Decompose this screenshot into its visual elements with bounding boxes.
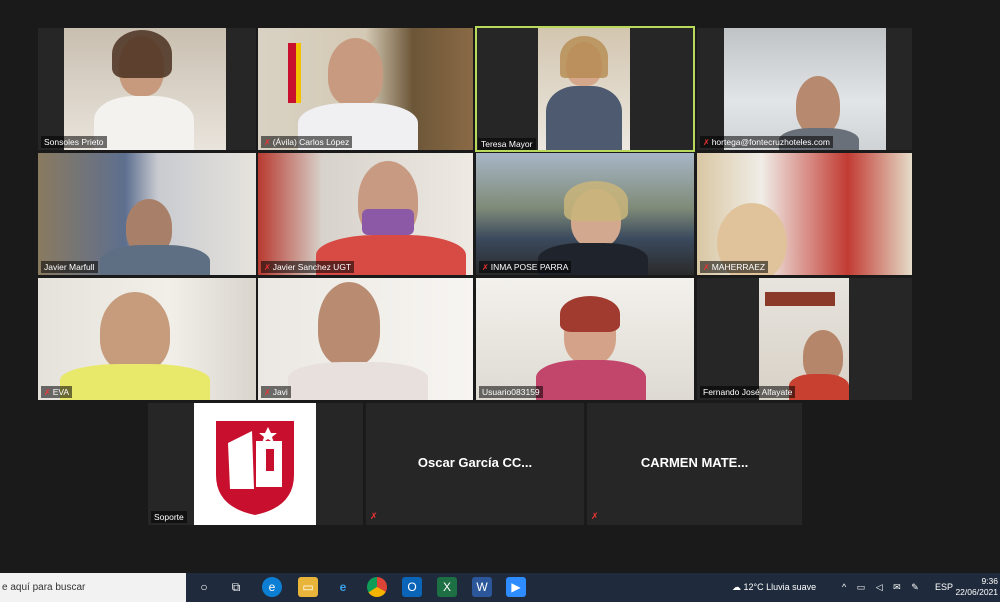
input-language[interactable]: ESP xyxy=(935,573,953,602)
video-tile-oscar[interactable]: Oscar García CC... ✗ xyxy=(366,403,584,525)
participant-video xyxy=(476,278,694,400)
participant-video xyxy=(476,153,694,275)
video-tile-inma[interactable]: ✗ INMA POSE PARRA xyxy=(476,153,694,275)
muted-mic-icon: ✗ xyxy=(703,138,710,147)
video-tile-maherraez[interactable]: ✗ MAHERRAEZ xyxy=(697,153,912,275)
taskbar-clock[interactable]: 9:36 22/06/2021 xyxy=(955,576,998,598)
participant-video xyxy=(38,278,256,400)
cortana-icon[interactable]: ○ xyxy=(194,577,214,597)
video-tile-hortega[interactable]: ✗ hortega@fontecruzhoteles.com xyxy=(697,28,912,150)
task-view-icon[interactable]: ⧉ xyxy=(226,577,246,597)
outlook-icon[interactable]: O xyxy=(402,577,422,597)
shield-logo-icon xyxy=(216,421,294,515)
participant-video xyxy=(538,28,630,150)
zoom-icon[interactable]: ▶ xyxy=(506,577,526,597)
weather-widget[interactable]: ☁ 12°C Lluvia suave xyxy=(732,573,816,602)
video-tile-sonsoles[interactable]: Sonsoles Prieto xyxy=(38,28,256,150)
participant-name: Fernando José Alfayate xyxy=(700,386,796,398)
muted-mic-icon: ✗ xyxy=(370,511,378,521)
chrome-icon[interactable] xyxy=(367,577,387,597)
muted-mic-icon: ✗ xyxy=(264,138,271,147)
video-tile-carlos[interactable]: ✗ (Ávila) Carlos López xyxy=(258,28,473,150)
taskbar-search-box[interactable]: e aquí para buscar xyxy=(0,573,186,602)
excel-icon[interactable]: X xyxy=(437,577,457,597)
video-tile-fernando[interactable]: Fernando José Alfayate xyxy=(697,278,912,400)
word-icon[interactable]: W xyxy=(472,577,492,597)
participant-name: ✗ MAHERRAEZ xyxy=(700,261,769,273)
muted-mic-icon: ✗ xyxy=(482,263,489,272)
video-tile-teresa[interactable]: Teresa Mayor xyxy=(475,26,695,152)
system-tray-icons[interactable]: ^ ▭ ◁ ✉ ✎ xyxy=(842,573,923,602)
windows-taskbar: e aquí para buscar ○ ⧉ e ▭ e O X W ▶ ☁ 1… xyxy=(0,573,1000,602)
muted-mic-icon: ✗ xyxy=(264,388,271,397)
cloud-icon: ☁ xyxy=(732,582,741,592)
participant-name: Soporte xyxy=(151,511,187,523)
file-explorer-icon[interactable]: ▭ xyxy=(298,577,318,597)
video-tile-javier-sanchez[interactable]: ✗ Javier Sanchez UGT xyxy=(258,153,473,275)
participant-video xyxy=(258,278,473,400)
organization-logo xyxy=(194,403,316,525)
participant-video xyxy=(724,28,886,150)
participant-video xyxy=(258,153,473,275)
participant-name: ✗ (Ávila) Carlos López xyxy=(261,136,353,148)
participant-name: Usuario083159 xyxy=(479,386,543,398)
participant-video xyxy=(38,153,256,275)
muted-mic-icon: ✗ xyxy=(44,388,51,397)
participant-display-name: CARMEN MATE... xyxy=(640,455,749,470)
participant-name: Sonsoles Prieto xyxy=(41,136,107,148)
edge-icon[interactable]: e xyxy=(262,577,282,597)
participant-video xyxy=(759,278,849,400)
participant-name: ✗ hortega@fontecruzhoteles.com xyxy=(700,136,833,148)
muted-mic-icon: ✗ xyxy=(264,263,271,272)
participant-name: ✗ Javi xyxy=(261,386,291,398)
participant-name: Javier Marfull xyxy=(41,261,98,273)
participant-name: Teresa Mayor xyxy=(478,138,536,150)
participant-video xyxy=(64,28,226,150)
video-tile-javier-marfull[interactable]: Javier Marfull xyxy=(38,153,256,275)
video-tile-usuario[interactable]: Usuario083159 xyxy=(476,278,694,400)
participant-display-name: Oscar García CC... xyxy=(417,455,533,470)
participant-name: ✗ Javier Sanchez UGT xyxy=(261,261,355,273)
muted-mic-icon: ✗ xyxy=(591,511,599,521)
participant-video xyxy=(258,28,473,150)
internet-explorer-icon[interactable]: e xyxy=(333,577,353,597)
participant-video xyxy=(697,153,912,275)
video-tile-carmen[interactable]: CARMEN MATE... ✗ xyxy=(587,403,802,525)
video-tile-soporte[interactable]: Soporte xyxy=(148,403,363,525)
participant-name: ✗ EVA xyxy=(41,386,73,398)
video-tile-javi[interactable]: ✗ Javi xyxy=(258,278,473,400)
muted-mic-icon: ✗ xyxy=(703,263,710,272)
participant-name: ✗ INMA POSE PARRA xyxy=(479,261,572,273)
video-tile-eva[interactable]: ✗ EVA xyxy=(38,278,256,400)
